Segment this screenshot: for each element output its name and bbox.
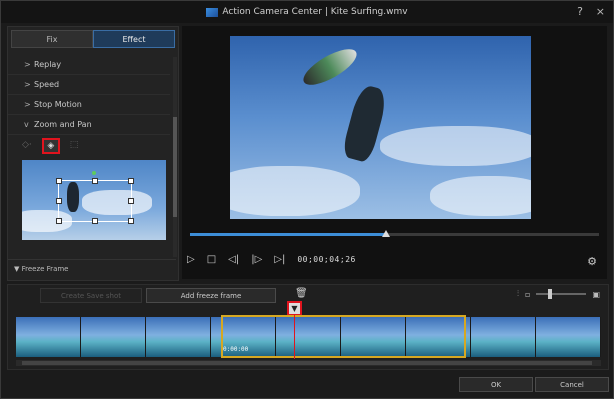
chevron-right-icon: > xyxy=(24,100,31,109)
timeline-panel: Create Save shot Add freeze frame 🗑 ⫶ ▫ … xyxy=(7,284,609,370)
preview-pane: ▷ □ ◁| |▷ ▷| 00;00;04;26 ⚙ xyxy=(182,26,607,279)
zoom-in-icon[interactable]: ▣ xyxy=(592,290,600,299)
zoom-frame-box[interactable] xyxy=(56,171,134,224)
cancel-button[interactable]: Cancel xyxy=(535,377,609,392)
fast-forward-icon[interactable]: ▷| xyxy=(274,254,285,265)
add-freeze-frame-button[interactable]: Add freeze frame xyxy=(146,288,276,303)
timecode: 00;00;04;26 xyxy=(297,255,356,264)
ok-button[interactable]: OK xyxy=(459,377,533,392)
resize-handle[interactable] xyxy=(128,218,134,224)
seek-progress xyxy=(190,233,387,236)
app-title: Action Camera Center xyxy=(222,7,322,17)
accordion-item-speed[interactable]: > Speed xyxy=(8,75,170,95)
add-keyframe-button[interactable]: ◈ xyxy=(41,138,60,154)
rotate-handle[interactable] xyxy=(92,171,96,175)
cloud-shape xyxy=(380,126,531,166)
chevron-right-icon: > xyxy=(24,80,31,89)
gear-icon[interactable]: ⚙ xyxy=(587,255,597,268)
chevron-down-icon: v xyxy=(24,120,29,129)
effects-panel: Fix Effect > Replay > Speed > Stop Motio… xyxy=(7,26,179,281)
next-keyframe-icon[interactable]: ⬚ xyxy=(70,140,79,152)
seek-knob[interactable] xyxy=(382,230,391,237)
accordion-label: Zoom and Pan xyxy=(34,120,92,129)
tab-fix[interactable]: Fix xyxy=(11,30,93,48)
create-save-shot-button[interactable]: Create Save shot xyxy=(40,288,142,303)
freeze-frame-section[interactable]: ▼ Freeze Frame xyxy=(8,259,176,277)
accordion-item-zoom-and-pan[interactable]: v Zoom and Pan xyxy=(8,115,170,135)
accordion-label: Speed xyxy=(34,80,60,89)
zoom-knob[interactable] xyxy=(548,289,553,299)
app-window: Action Camera Center | Kite Surfing.wmv … xyxy=(0,0,614,399)
freeze-time: 0:00:00 xyxy=(223,346,249,353)
panel-tabs: Fix Effect xyxy=(11,30,175,48)
playback-controls: ▷ □ ◁| |▷ ▷| 00;00;04;26 xyxy=(187,254,356,265)
title-separator: | xyxy=(321,7,331,17)
resize-handle[interactable] xyxy=(92,218,98,224)
zoom-slider[interactable] xyxy=(536,289,587,299)
freeze-frame-range[interactable] xyxy=(221,315,466,358)
close-icon[interactable]: × xyxy=(596,5,605,18)
seek-bar[interactable] xyxy=(190,230,599,237)
cloud-shape xyxy=(430,176,531,216)
scrollbar-thumb[interactable] xyxy=(173,117,177,217)
tab-effect[interactable]: Effect xyxy=(93,30,175,48)
playhead-marker[interactable]: ▼ xyxy=(287,301,302,316)
file-name: Kite Surfing.wmv xyxy=(330,7,408,17)
help-icon[interactable]: ? xyxy=(577,5,583,18)
freeze-frame-label: Freeze Frame xyxy=(21,264,69,273)
video-preview[interactable] xyxy=(230,36,531,219)
resize-handle[interactable] xyxy=(56,198,62,204)
resize-handle[interactable] xyxy=(56,178,62,184)
playhead-line xyxy=(294,315,295,359)
accordion-label: Stop Motion xyxy=(34,100,82,109)
accordion-item-replay[interactable]: > Replay xyxy=(8,55,170,75)
next-frame-icon[interactable]: |▷ xyxy=(251,254,262,265)
panel-scrollbar[interactable] xyxy=(173,57,177,257)
resize-handle[interactable] xyxy=(128,198,134,204)
resize-handle[interactable] xyxy=(92,178,98,184)
timeline-zoom: ⫶ ▫ ▣ xyxy=(517,289,600,299)
accordion-label: Replay xyxy=(34,60,62,69)
cloud-shape xyxy=(230,166,360,216)
effect-accordion: > Replay > Speed > Stop Motion v Zoom an… xyxy=(8,55,170,135)
zoom-pan-toolbar: ◇· ◈ ⬚ xyxy=(22,138,79,154)
stop-icon[interactable]: □ xyxy=(207,254,216,265)
caret-down-icon: ▼ xyxy=(14,264,22,273)
chevron-right-icon: > xyxy=(24,60,31,69)
accordion-item-stop-motion[interactable]: > Stop Motion xyxy=(8,95,170,115)
zoom-out-icon[interactable]: ▫ xyxy=(525,290,530,299)
prev-keyframe-icon[interactable]: ◇· xyxy=(22,140,32,152)
fit-icon[interactable]: ⫶ xyxy=(517,289,519,299)
prev-frame-icon[interactable]: ◁| xyxy=(228,254,239,265)
kiteboard-shape xyxy=(298,42,362,92)
resize-handle[interactable] xyxy=(56,218,62,224)
resize-handle[interactable] xyxy=(128,178,134,184)
trash-icon[interactable]: 🗑 xyxy=(295,288,308,299)
scrollbar-thumb[interactable] xyxy=(22,361,592,365)
title-bar: Action Camera Center | Kite Surfing.wmv … xyxy=(1,1,613,23)
timeline-scrollbar[interactable] xyxy=(16,360,601,366)
zoom-pan-preview[interactable] xyxy=(22,160,166,240)
app-logo-icon xyxy=(206,7,219,17)
strip-overlay: 0:00:00 xyxy=(16,315,601,358)
play-icon[interactable]: ▷ xyxy=(187,254,195,265)
